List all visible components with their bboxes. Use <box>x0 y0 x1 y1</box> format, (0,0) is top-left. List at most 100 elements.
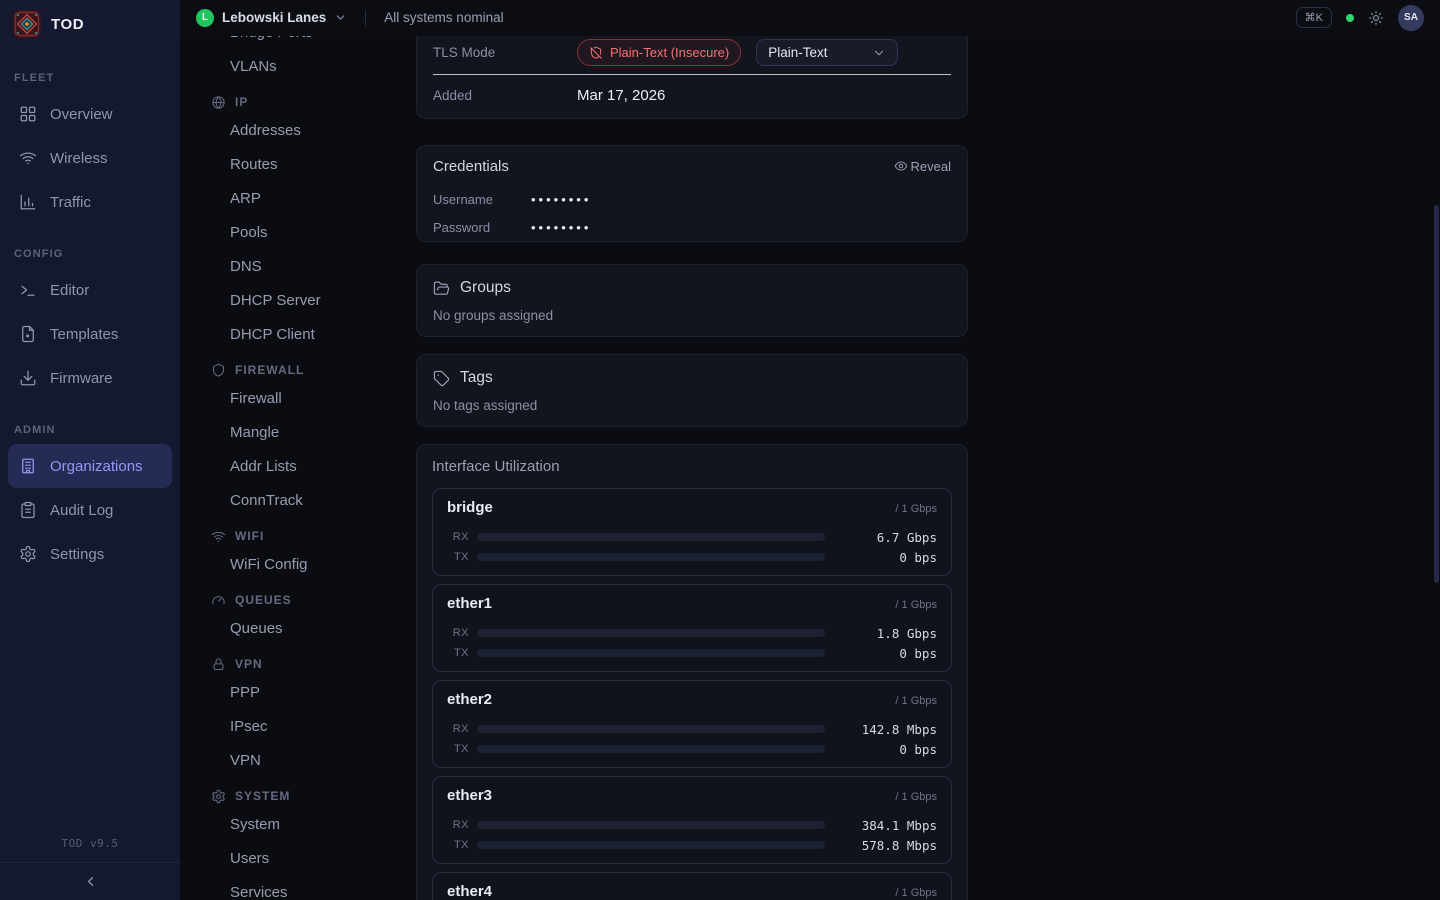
tls-mode-select[interactable]: Plain-Text <box>756 39 898 66</box>
sidebar-item-settings[interactable]: Settings <box>8 532 172 576</box>
device-subnav: Bridge Ports VLANs IP Addresses Routes A… <box>180 36 416 900</box>
interface-capacity: / 1 Gbps <box>895 887 937 899</box>
rx-value: 142.8 Mbps <box>837 722 937 737</box>
subnav-item-mangle[interactable]: Mangle <box>180 415 416 449</box>
subnav-item-conntrack[interactable]: ConnTrack <box>180 483 416 517</box>
wifi-icon <box>19 149 37 167</box>
sidebar-section-fleet: FLEET Overview Wireless Traffic <box>0 62 180 224</box>
subnav-item-bridge-ports[interactable]: Bridge Ports <box>180 36 416 49</box>
credentials-title: Credentials <box>433 158 509 175</box>
subnav-item-pools[interactable]: Pools <box>180 215 416 249</box>
topbar: L Lebowski Lanes All systems nominal ⌘K … <box>180 0 1440 36</box>
tx-label: TX <box>447 839 469 851</box>
rx-label: RX <box>447 531 469 543</box>
user-avatar[interactable]: SA <box>1398 5 1424 31</box>
interface-name: ether4 <box>447 883 492 900</box>
gear-icon <box>211 789 226 804</box>
rx-value: 384.1 Mbps <box>837 818 937 833</box>
tx-value: 578.8 Mbps <box>837 838 937 853</box>
sidebar-item-label: Templates <box>50 326 118 343</box>
interface-capacity: / 1 Gbps <box>895 503 937 515</box>
tls-badge-text: Plain-Text (Insecure) <box>610 45 729 60</box>
subnav-item-ipsec[interactable]: IPsec <box>180 709 416 743</box>
sidebar-item-firmware[interactable]: Firmware <box>8 356 172 400</box>
reveal-label: Reveal <box>911 159 951 174</box>
groups-card: Groups No groups assigned <box>416 264 968 337</box>
bar-chart-icon <box>19 193 37 211</box>
tag-icon <box>433 370 450 387</box>
subnav-header-label: VPN <box>235 657 263 671</box>
sidebar-section-admin: ADMIN Organizations Audit Log Settings <box>0 414 180 576</box>
username-masked-value: •••••••• <box>531 192 591 207</box>
interface-row-ether1: ether1 / 1 Gbps RX 1.8 Gbps TX 0 bps <box>432 584 952 672</box>
gear-icon <box>19 545 37 563</box>
subnav-item-vpn[interactable]: VPN <box>180 743 416 777</box>
subnav-item-vlans[interactable]: VLANs <box>180 49 416 83</box>
subnav-item-services[interactable]: Services <box>180 875 416 900</box>
command-palette-shortcut[interactable]: ⌘K <box>1296 7 1332 28</box>
app-version: TOD v9.5 <box>0 827 180 862</box>
shield-icon <box>211 363 226 378</box>
subnav-item-wifi-config[interactable]: WiFi Config <box>180 547 416 581</box>
interface-capacity: / 1 Gbps <box>895 599 937 611</box>
interface-name: ether3 <box>447 787 492 804</box>
org-switcher[interactable]: L Lebowski Lanes <box>196 9 347 27</box>
subnav-item-addr-lists[interactable]: Addr Lists <box>180 449 416 483</box>
subnav-header-label: IP <box>235 95 248 109</box>
lock-icon <box>211 657 226 672</box>
interface-utilization-card: Interface Utilization bridge / 1 Gbps RX… <box>416 444 968 900</box>
subnav-item-users[interactable]: Users <box>180 841 416 875</box>
tx-bar-track <box>477 841 825 849</box>
subnav-item-arp[interactable]: ARP <box>180 181 416 215</box>
sidebar-item-audit-log[interactable]: Audit Log <box>8 488 172 532</box>
groups-empty-text: No groups assigned <box>433 308 951 323</box>
subnav-header-label: FIREWALL <box>235 363 304 377</box>
theme-toggle-sun-icon[interactable] <box>1368 10 1384 26</box>
subnav-item-addresses[interactable]: Addresses <box>180 113 416 147</box>
interface-row-bridge: bridge / 1 Gbps RX 6.7 Gbps TX 0 bps <box>432 488 952 576</box>
subnav-item-dhcp-client[interactable]: DHCP Client <box>180 317 416 351</box>
subnav-header-label: QUEUES <box>235 593 292 607</box>
groups-title: Groups <box>460 279 511 297</box>
password-masked-value: •••••••• <box>531 220 591 235</box>
app-logo-icon <box>13 10 41 38</box>
globe-icon <box>211 95 226 110</box>
subnav-item-queues[interactable]: Queues <box>180 611 416 645</box>
interface-row-ether3: ether3 / 1 Gbps RX 384.1 Mbps TX 578.8 M… <box>432 776 952 864</box>
interface-row-ether2: ether2 / 1 Gbps RX 142.8 Mbps TX 0 bps <box>432 680 952 768</box>
subnav-item-firewall[interactable]: Firewall <box>180 381 416 415</box>
chevron-down-icon <box>334 11 347 24</box>
online-status-dot <box>1346 14 1354 22</box>
subnav-item-dns[interactable]: DNS <box>180 249 416 283</box>
sidebar-section-config: CONFIG Editor Templates Firmware <box>0 238 180 400</box>
subnav-header-label: WIFI <box>235 529 264 543</box>
tx-bar-track <box>477 553 825 561</box>
rx-label: RX <box>447 627 469 639</box>
sidebar-item-wireless[interactable]: Wireless <box>8 136 172 180</box>
tx-value: 0 bps <box>837 646 937 661</box>
subnav-item-system[interactable]: System <box>180 807 416 841</box>
sidebar-collapse-button[interactable] <box>0 862 180 900</box>
sidebar-item-overview[interactable]: Overview <box>8 92 172 136</box>
tx-bar-track <box>477 649 825 657</box>
tx-label: TX <box>447 743 469 755</box>
tx-label: TX <box>447 647 469 659</box>
interface-name: ether2 <box>447 691 492 708</box>
vertical-scrollbar-thumb[interactable] <box>1434 205 1439 583</box>
sidebar-item-editor[interactable]: Editor <box>8 268 172 312</box>
app-logo-row: TOD <box>0 0 180 48</box>
added-label: Added <box>433 88 577 103</box>
sidebar-item-templates[interactable]: Templates <box>8 312 172 356</box>
reveal-credentials-button[interactable]: Reveal <box>894 159 951 174</box>
app-name: TOD <box>51 16 84 33</box>
subnav-item-ppp[interactable]: PPP <box>180 675 416 709</box>
grid-icon <box>19 105 37 123</box>
tags-title: Tags <box>460 369 493 387</box>
tls-insecure-badge[interactable]: Plain-Text (Insecure) <box>577 39 741 66</box>
sidebar-item-organizations[interactable]: Organizations <box>8 444 172 488</box>
subnav-item-routes[interactable]: Routes <box>180 147 416 181</box>
shield-off-icon <box>589 46 603 60</box>
subnav-item-dhcp-server[interactable]: DHCP Server <box>180 283 416 317</box>
main-content: TLS Mode Plain-Text (Insecure) Plain-Tex… <box>416 36 1440 900</box>
sidebar-item-traffic[interactable]: Traffic <box>8 180 172 224</box>
